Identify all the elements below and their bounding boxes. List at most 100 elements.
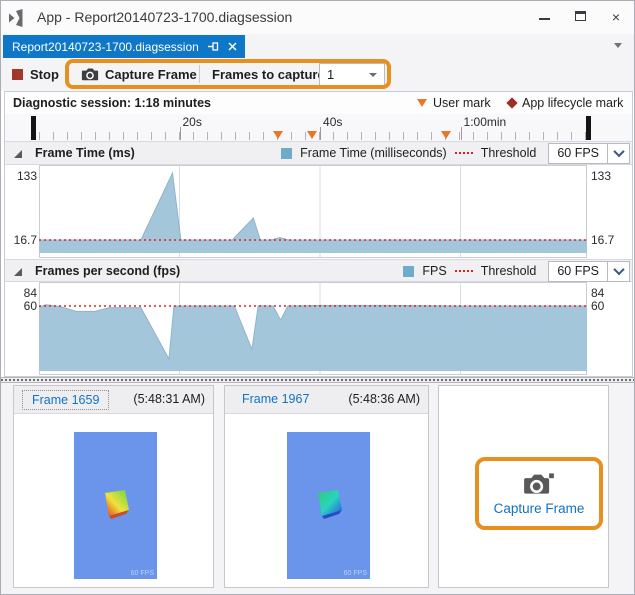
capture-frame-card: Capture Frame [438,385,609,588]
frame-card-header: Frame 1659 (5:48:31 AM) [14,386,213,414]
series-legend-label: Frame Time (milliseconds) [300,146,447,160]
user-mark-icon [417,99,427,107]
visual-studio-icon [9,9,29,27]
frame-time-chart[interactable]: 133 133 16.7 16.7 [1,165,635,259]
combo-dropdown-button[interactable] [607,143,629,164]
chevron-down-icon [613,264,624,275]
user-mark-icon[interactable] [441,131,451,139]
session-toolbar: Stop Capture Frame Frames to capture 1 [1,58,634,91]
series-legend-label: FPS [422,264,446,278]
minimize-icon [539,18,550,20]
frames-to-capture-label: Frames to capture [212,67,325,82]
ruler-time-label: 40s [323,115,342,129]
fps-legend: FPS Threshold 60 FPS [403,260,630,282]
render-cube-image [102,490,130,519]
y-axis-max-left: 84 [15,286,37,300]
fps-select-value: 60 FPS [549,264,607,278]
pin-icon[interactable] [208,41,219,52]
threshold-line-icon [455,152,473,154]
fps-chart[interactable]: 84 84 60 60 [1,282,635,376]
render-cube-image [315,490,343,519]
ruler-time-label: 20s [183,115,202,129]
stop-button[interactable]: Stop [30,67,59,82]
captured-frames-panel: Frame 1659 (5:48:31 AM) 60 FPS [1,383,635,595]
y-axis-threshold-right: 60 [591,299,604,313]
threshold-line-icon [455,270,473,272]
fps-select-value: 60 FPS [549,146,607,160]
camera-icon [523,471,555,496]
y-axis-threshold-left: 60 [15,299,37,313]
y-axis-threshold-left: 16.7 [11,233,37,247]
frame-thumbnail[interactable]: 60 FPS [287,432,370,579]
y-axis-max-right: 133 [591,169,611,183]
fps-title: Frames per second (fps) [35,264,180,278]
stop-icon [12,69,23,80]
ruler-major-tick [461,127,462,140]
tab-list-dropdown-icon[interactable] [614,43,622,48]
frame-time-legend: Frame Time (milliseconds) Threshold 60 F… [281,142,630,164]
y-axis-threshold-right: 16.7 [591,233,614,247]
timeline-right-handle[interactable] [586,116,591,140]
frame-time-plot [1,165,635,259]
camera-icon [81,67,99,81]
fps-watermark: 60 FPS [131,570,154,577]
toolbar-separator [199,65,200,83]
window-title: App - Report20140723-1700.diagsession [37,9,292,25]
y-axis-max-left: 133 [15,169,37,183]
frames-to-capture-value: 1 [327,67,334,82]
splitter-grip-icon [1,379,635,381]
frame-time-fps-select[interactable]: 60 FPS [548,143,630,164]
maximize-icon [575,11,586,21]
frame-card[interactable]: Frame 1659 (5:48:31 AM) 60 FPS [13,385,214,588]
frame-timestamp: (5:48:36 AM) [348,392,420,406]
frames-to-capture-select[interactable]: 1 [319,63,385,86]
frame-time-section-header[interactable]: Frame Time (ms) Frame Time (milliseconds… [5,142,632,165]
timeline-ruler[interactable]: 20s 40s 1:00min [5,114,632,142]
collapse-expander-icon[interactable] [14,268,22,276]
ruler-major-tick [320,127,321,140]
tab-close-icon[interactable] [228,42,237,51]
user-mark-icon[interactable] [273,131,283,139]
document-tab-strip: Report20140723-1700.diagsession [1,34,634,58]
series-swatch-icon [281,148,292,159]
ruler-major-tick [180,127,181,140]
threshold-legend-label: Threshold [481,146,537,160]
fps-watermark: 60 FPS [344,570,367,577]
fps-fps-select[interactable]: 60 FPS [548,261,630,282]
title-bar: App - Report20140723-1700.diagsession × [1,1,634,34]
app-window: App - Report20140723-1700.diagsession × … [0,0,635,595]
document-tab[interactable]: Report20140723-1700.diagsession [3,35,245,58]
user-mark-legend: User mark [417,96,491,110]
fps-plot [1,282,635,376]
chevron-down-icon [369,73,377,77]
app-lifecycle-icon [506,97,517,108]
capture-frame-label: Capture Frame [494,501,585,516]
frame-time-title: Frame Time (ms) [35,146,135,160]
frame-thumbnail[interactable]: 60 FPS [74,432,157,579]
combo-dropdown-button[interactable] [607,261,629,282]
frame-card[interactable]: Frame 1967 (5:48:36 AM) 60 FPS [224,385,429,588]
close-button[interactable]: × [603,7,629,27]
user-mark-icon[interactable] [307,131,317,139]
user-mark-label: User mark [433,96,491,110]
chevron-down-icon [613,146,624,157]
app-lifecycle-legend: App lifecycle mark [508,96,623,110]
session-summary-row: Diagnostic session: 1:18 minutes User ma… [5,92,632,114]
series-swatch-icon [403,266,414,277]
minimize-button[interactable] [531,7,557,27]
frame-link[interactable]: Frame 1659 [22,390,109,410]
session-summary: Diagnostic session: 1:18 minutes [13,96,211,110]
ruler-time-label: 1:00min [464,115,507,129]
tab-label: Report20140723-1700.diagsession [12,40,199,54]
frame-link[interactable]: Frame 1967 [233,390,318,408]
capture-frame-button[interactable]: Capture Frame [105,67,197,82]
collapse-expander-icon[interactable] [14,150,22,158]
maximize-button[interactable] [567,7,593,27]
app-lifecycle-label: App lifecycle mark [522,96,623,110]
fps-section-header[interactable]: Frames per second (fps) FPS Threshold 60… [5,259,632,282]
capture-frame-big-button[interactable]: Capture Frame [475,457,603,530]
timeline-left-handle[interactable] [31,116,36,140]
y-axis-max-right: 84 [591,286,604,300]
frame-timestamp: (5:48:31 AM) [133,392,205,406]
frame-card-header: Frame 1967 (5:48:36 AM) [225,386,428,414]
